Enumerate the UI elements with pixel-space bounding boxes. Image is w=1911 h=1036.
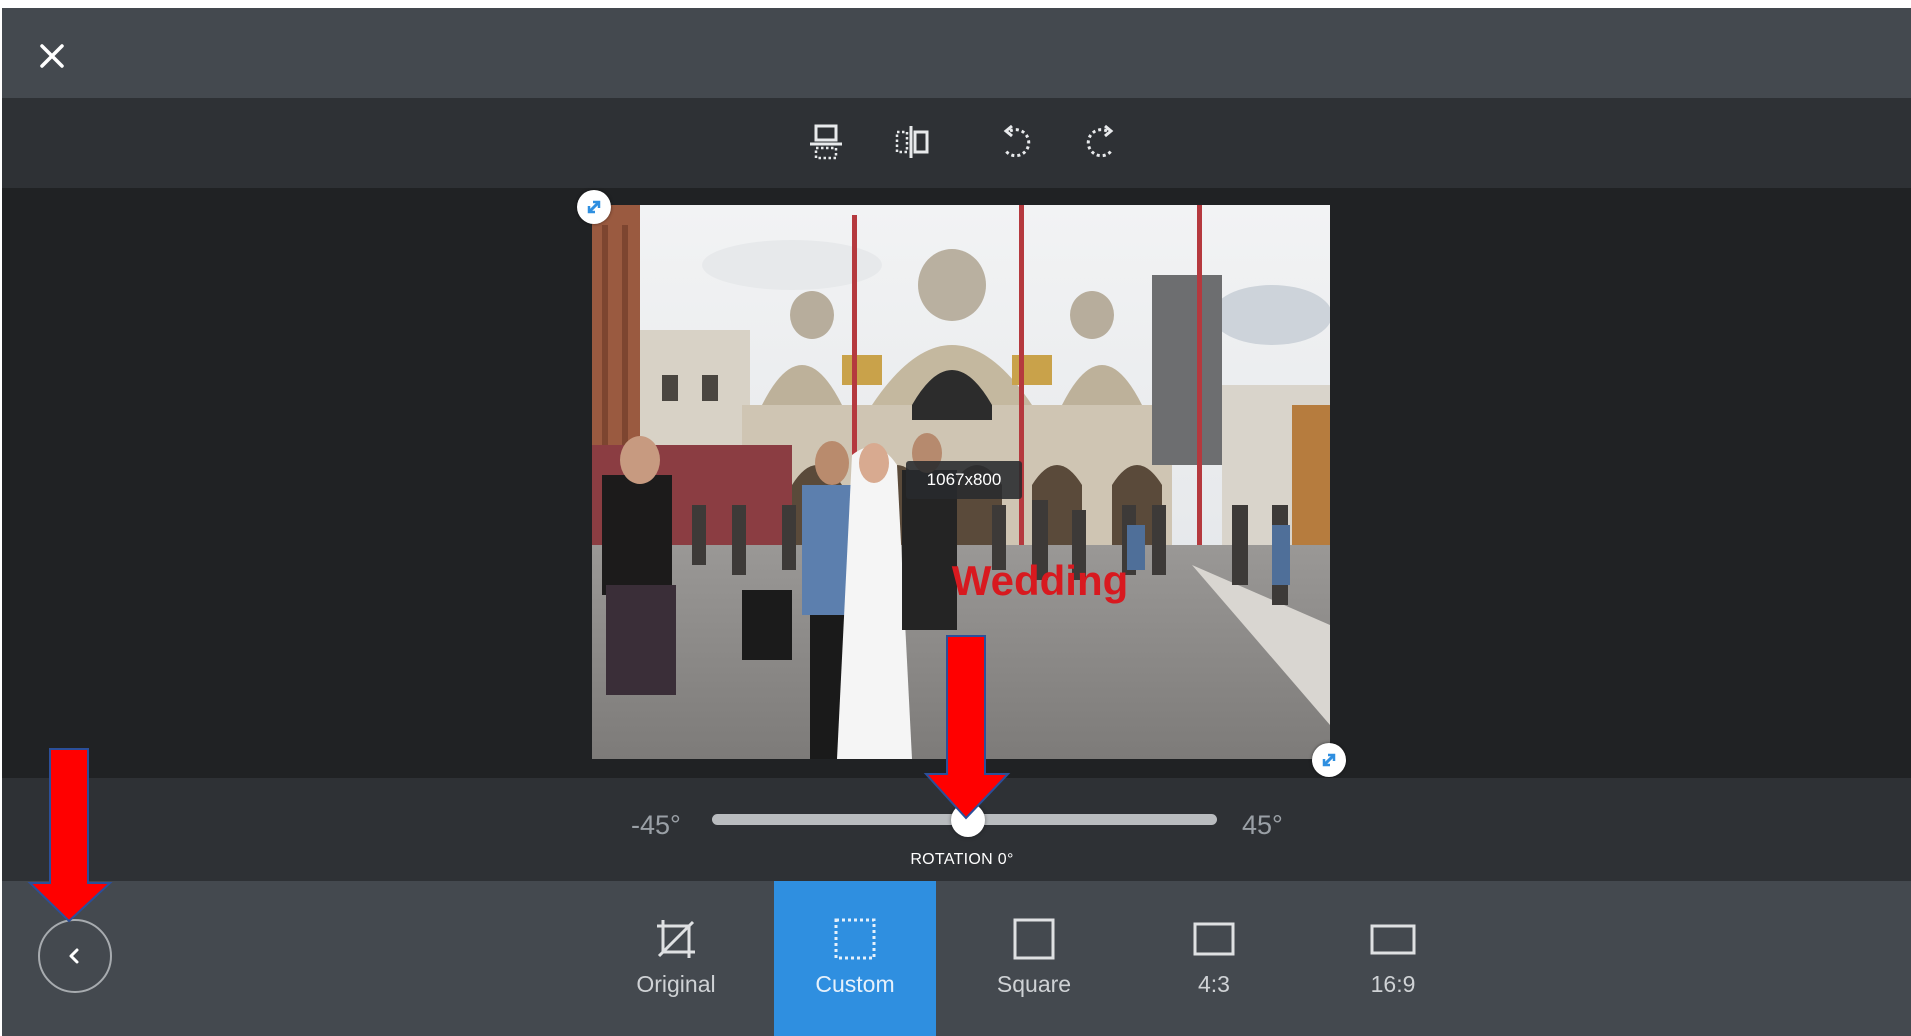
ratio-16-9-icon	[1312, 915, 1474, 963]
crop-handle-bottom-right[interactable]	[1312, 743, 1346, 777]
resize-icon	[1322, 753, 1336, 767]
flip-horizontal-icon	[895, 126, 929, 158]
flip-vertical-icon	[810, 124, 842, 160]
aspect-4-3-button[interactable]: 4:3	[1133, 881, 1295, 1036]
custom-crop-icon	[774, 915, 936, 963]
close-icon	[40, 44, 64, 68]
annotation-arrow-left	[27, 748, 113, 923]
aspect-square-label: Square	[996, 971, 1072, 997]
resize-icon	[587, 200, 601, 214]
annotation-arrow-slider	[923, 635, 1011, 820]
flip-vertical-button[interactable]	[800, 116, 852, 168]
rotate-right-button[interactable]	[1075, 116, 1127, 168]
square-icon	[953, 915, 1115, 963]
aspect-original-label: Original	[636, 971, 716, 997]
close-button[interactable]	[32, 36, 72, 76]
rotation-min-label: -45°	[631, 810, 681, 840]
crop-handle-top-left[interactable]	[577, 190, 611, 224]
rotate-left-icon	[1003, 124, 1031, 158]
photo-wedding-text: Wedding	[952, 557, 1129, 604]
no-crop-icon	[595, 915, 757, 963]
rotation-max-label: 45°	[1242, 810, 1283, 840]
photo-crop-editor: Wedding 1067x800 -45° 45° ROTATION 0° Or…	[0, 0, 1911, 1036]
ratio-4-3-icon	[1133, 915, 1295, 963]
dimensions-badge: 1067x800	[906, 461, 1022, 499]
aspect-ratio-bar: Original Custom Square 4:3 16:9	[2, 881, 1911, 1036]
flip-horizontal-button[interactable]	[886, 116, 938, 168]
top-bar	[2, 8, 1911, 98]
chevron-left-icon	[69, 948, 79, 964]
aspect-16-9-button[interactable]: 16:9	[1312, 881, 1474, 1036]
rotate-left-button[interactable]	[990, 116, 1042, 168]
aspect-custom-button[interactable]: Custom	[774, 881, 936, 1036]
rotation-value-label: ROTATION 0°	[910, 851, 1014, 868]
rotate-right-icon	[1086, 124, 1114, 158]
aspect-custom-label: Custom	[815, 971, 895, 997]
transform-toolbar	[2, 98, 1911, 188]
aspect-square-button[interactable]: Square	[953, 881, 1115, 1036]
back-button[interactable]	[38, 919, 112, 993]
aspect-16-9-label: 16:9	[1370, 971, 1416, 997]
aspect-original-button[interactable]: Original	[595, 881, 757, 1036]
aspect-4-3-label: 4:3	[1198, 971, 1230, 997]
